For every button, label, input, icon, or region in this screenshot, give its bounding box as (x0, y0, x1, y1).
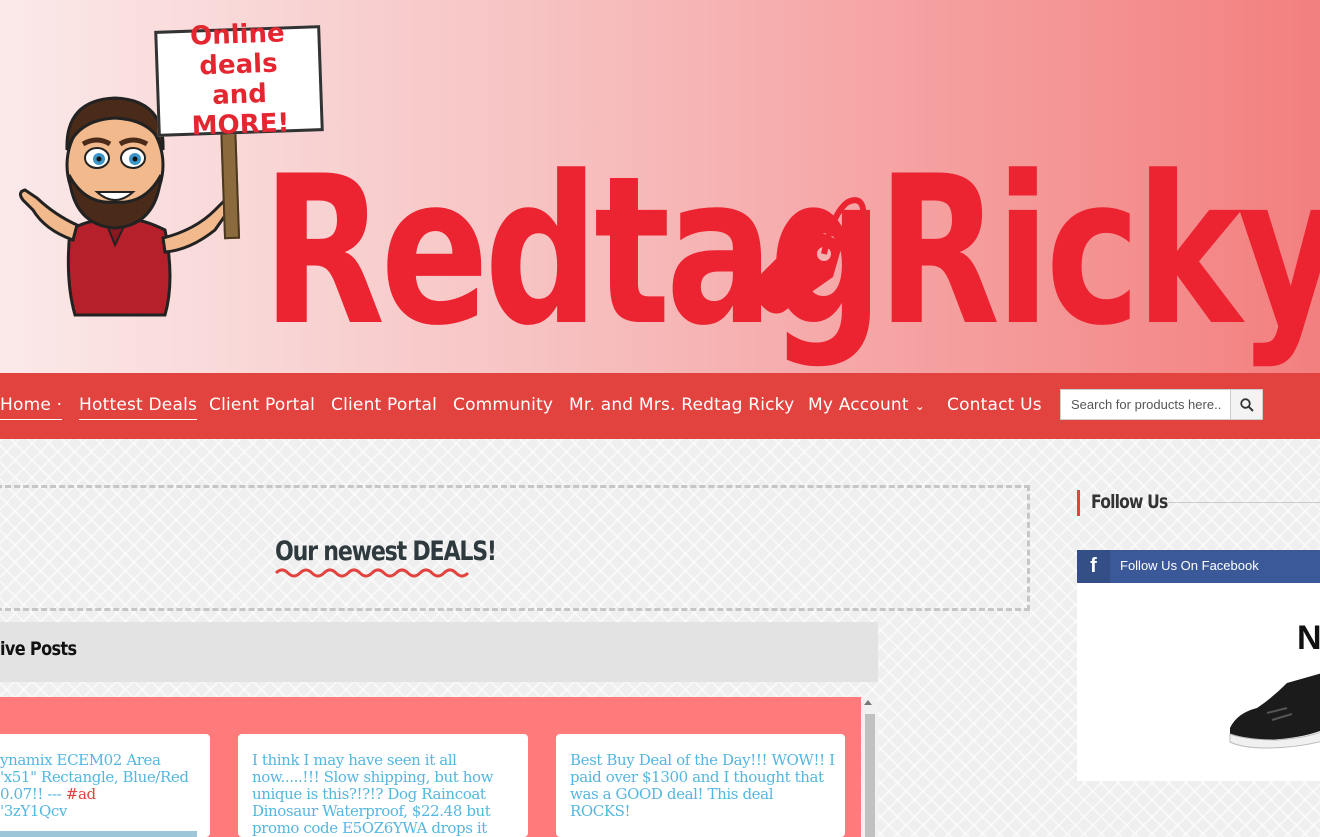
newest-deals-box (0, 485, 1030, 611)
post-text[interactable]: Best Buy Deal of the Day!!! WOW!! I paid… (570, 752, 835, 820)
post-text[interactable]: ynamix ECEM02 Area 'x51" Rectangle, Blue… (0, 752, 200, 821)
facebook-icon: f (1090, 555, 1097, 577)
logo-word-ricky[interactable]: Ricky (877, 150, 1320, 355)
ad-headline-letter: N (1297, 619, 1320, 657)
nav-item-client-portal-2[interactable]: Client Portal (331, 395, 437, 415)
follow-us-label: Follow Us (1091, 491, 1168, 513)
follow-us-heading: Follow Us (1077, 490, 1184, 516)
sign-line-1: Online deals (189, 18, 286, 82)
post-ad-tag[interactable]: #ad (66, 785, 96, 803)
search-button[interactable] (1230, 390, 1262, 419)
chevron-down-icon: ⌄ (914, 399, 926, 413)
search-icon (1239, 397, 1254, 412)
post-text-link[interactable]: '3zY1Qcv (0, 802, 67, 820)
archive-posts-bar (0, 622, 878, 682)
main-navigation: Home · Hottest Deals Client Portal Clien… (0, 373, 1320, 439)
search-form (1060, 389, 1263, 420)
nav-item-my-account[interactable]: My Account ⌄ (808, 395, 925, 415)
nav-item-client-portal[interactable]: Client Portal (209, 395, 315, 415)
post-card[interactable]: Best Buy Deal of the Day!!! WOW!! I paid… (556, 734, 845, 837)
sign-board: Online deals and MORE! (154, 19, 324, 142)
facebook-follow-label: Follow Us On Facebook (1120, 558, 1259, 573)
newest-deals-title: Our newest DEALS! (275, 536, 497, 567)
nav-item-contact-us[interactable]: Contact Us (947, 395, 1042, 415)
post-card[interactable]: ynamix ECEM02 Area 'x51" Rectangle, Blue… (0, 734, 210, 837)
sneaker-image (1229, 673, 1320, 749)
site-header: Online deals and MORE! Redtag Ricky (0, 0, 1320, 373)
search-input[interactable] (1061, 390, 1231, 419)
post-image-strip (0, 831, 197, 837)
post-text[interactable]: I think I may have seen it all now.....!… (252, 752, 518, 837)
scroll-up-arrow-icon[interactable] (864, 700, 872, 705)
price-tag-icon (747, 197, 867, 314)
facebook-icon-box: f (1077, 550, 1110, 583)
post-card[interactable]: I think I may have seen it all now.....!… (238, 734, 528, 837)
sidebar-ad[interactable]: N (1077, 583, 1320, 781)
facebook-follow-button[interactable]: f Follow Us On Facebook (1077, 550, 1320, 583)
heading-divider (1168, 502, 1320, 503)
nav-item-community[interactable]: Community (453, 395, 553, 415)
archive-posts-title: ive Posts (0, 638, 77, 660)
squiggle-underline (274, 568, 470, 578)
nav-item-mr-and-mrs[interactable]: Mr. and Mrs. Redtag Ricky (569, 395, 794, 415)
nav-item-home[interactable]: Home · (0, 395, 63, 420)
nav-item-my-account-label: My Account (808, 395, 909, 415)
posts-scrollbar-thumb[interactable] (865, 714, 875, 837)
nav-item-hottest-deals[interactable]: Hottest Deals (79, 395, 198, 420)
